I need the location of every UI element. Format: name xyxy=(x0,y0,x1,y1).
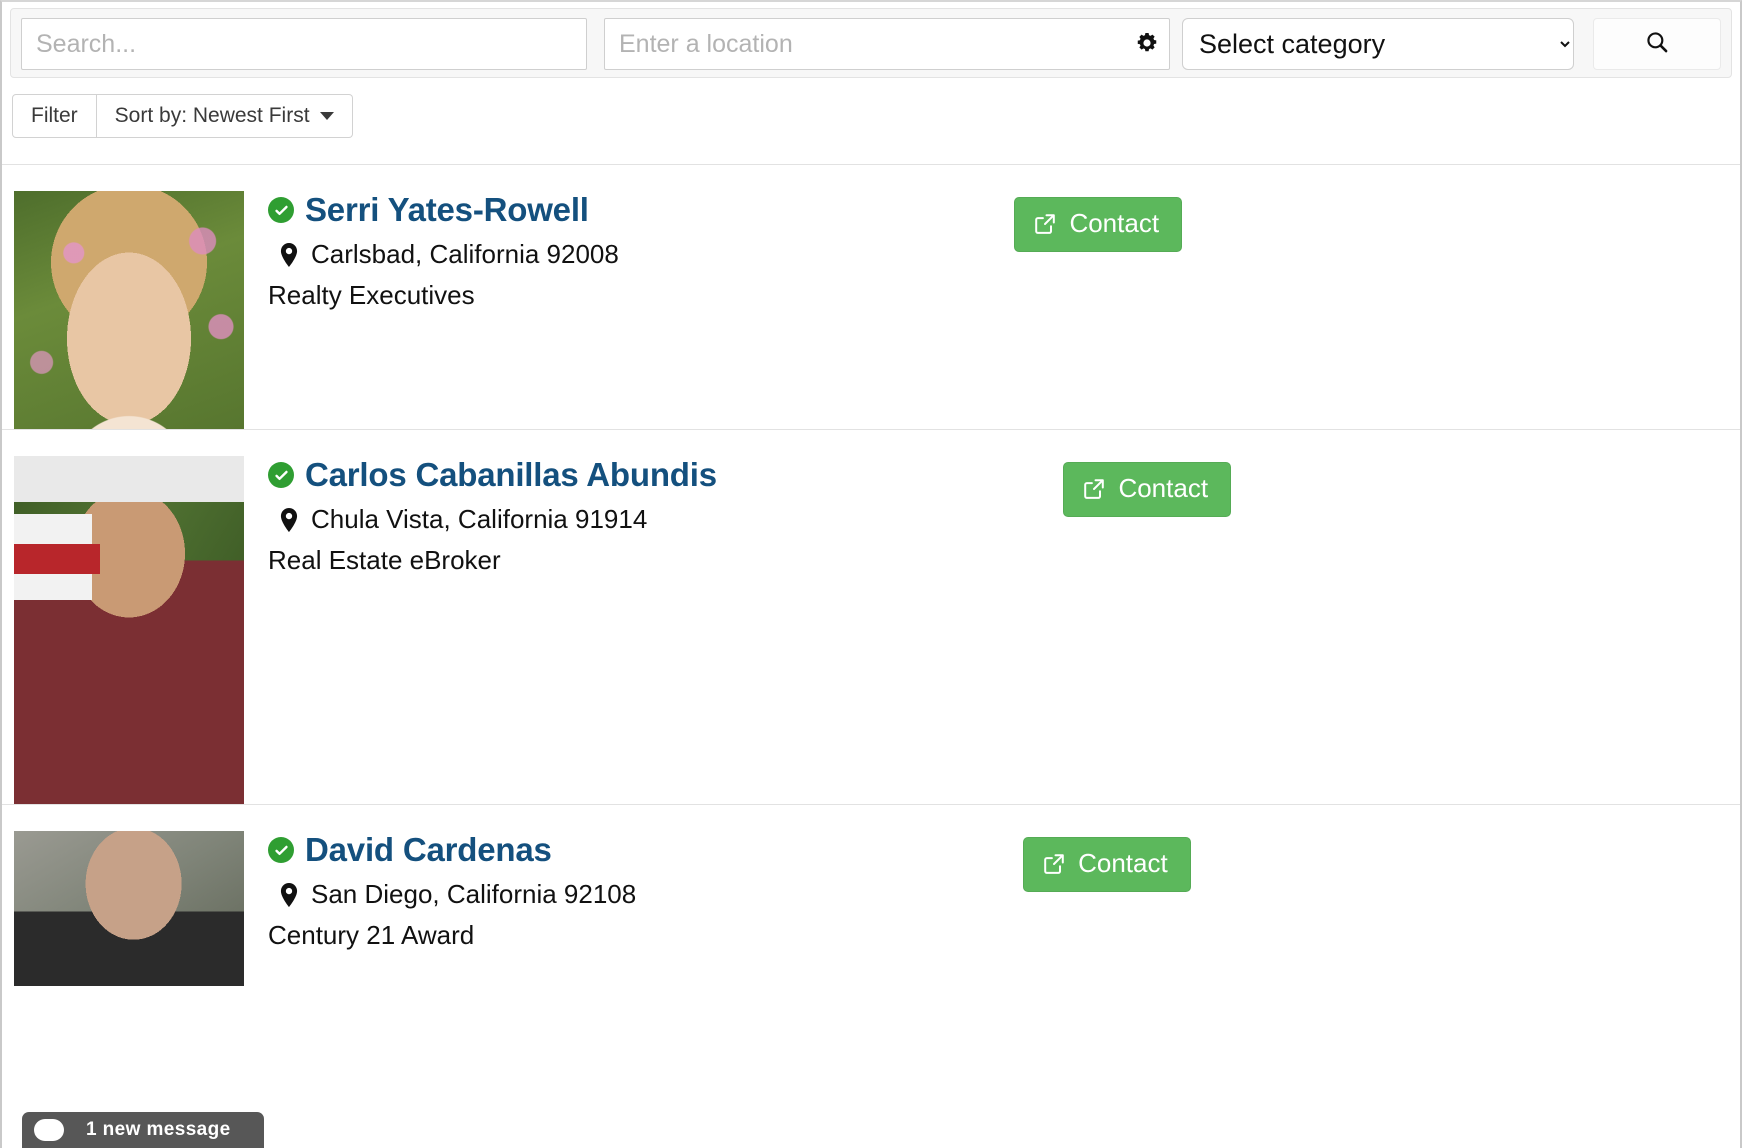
keyword-field-wrap xyxy=(21,18,587,70)
agent-contact-cell: Contact xyxy=(1063,456,1393,804)
contact-button-label: Contact xyxy=(1069,208,1160,238)
agent-info: Serri Yates-Rowell Carlsbad, California … xyxy=(244,191,1014,429)
agent-company: Realty Executives xyxy=(268,280,475,310)
agent-name-link[interactable]: Carlos Cabanillas Abundis xyxy=(305,456,717,494)
agent-location-text: Carlsbad, California 92008 xyxy=(311,239,619,269)
location-input[interactable] xyxy=(604,18,1170,70)
agent-location-text: Chula Vista, California 91914 xyxy=(311,504,648,534)
map-pin-icon xyxy=(280,507,300,532)
agent-company: Century 21 Award xyxy=(268,920,475,950)
agent-name-link[interactable]: David Cardenas xyxy=(305,831,552,869)
contact-button[interactable]: Contact xyxy=(1063,462,1232,517)
agent-contact-cell: Contact xyxy=(1023,831,1353,986)
search-bar: Select category xyxy=(10,8,1732,78)
external-link-icon xyxy=(1033,212,1057,236)
check-circle-icon xyxy=(268,837,294,863)
row-spacer xyxy=(1344,191,1740,429)
filter-button-group: Filter Sort by: Newest First xyxy=(12,94,353,138)
search-input[interactable] xyxy=(21,18,587,70)
filter-button-label: Filter xyxy=(31,104,78,127)
agent-photo-image xyxy=(14,456,244,804)
agent-photo[interactable] xyxy=(14,831,244,986)
agent-name-line: David Cardenas xyxy=(268,831,1023,869)
map-pin-icon xyxy=(280,242,300,267)
agent-name-line: Serri Yates-Rowell xyxy=(268,191,1014,229)
list-item[interactable]: Carlos Cabanillas Abundis Chula Vista, C… xyxy=(2,429,1740,804)
gear-icon[interactable] xyxy=(1134,30,1160,56)
category-select[interactable]: Select category xyxy=(1182,18,1575,70)
agent-photo[interactable] xyxy=(14,456,244,804)
agent-photo[interactable] xyxy=(14,191,244,429)
filter-toolbar: Filter Sort by: Newest First xyxy=(12,94,1740,138)
agent-info: Carlos Cabanillas Abundis Chula Vista, C… xyxy=(244,456,1063,804)
row-spacer xyxy=(1393,456,1740,804)
list-item[interactable]: David Cardenas San Diego, California 921… xyxy=(2,804,1740,986)
list-item[interactable]: Serri Yates-Rowell Carlsbad, California … xyxy=(2,164,1740,429)
agent-location: Carlsbad, California 92008 xyxy=(280,239,1014,270)
contact-button-label: Contact xyxy=(1078,848,1168,878)
filter-button[interactable]: Filter xyxy=(12,94,97,138)
contact-button[interactable]: Contact xyxy=(1014,197,1183,252)
location-field-wrap xyxy=(604,18,1170,70)
chat-new-message-label: 1 new message xyxy=(86,1119,231,1140)
chat-bubble-icon xyxy=(34,1119,64,1141)
agent-location: San Diego, California 92108 xyxy=(280,879,1023,910)
agent-name-line: Carlos Cabanillas Abundis xyxy=(268,456,1063,494)
external-link-icon xyxy=(1082,477,1106,501)
chat-widget[interactable]: 1 new message xyxy=(22,1112,264,1148)
sort-by-dropdown[interactable]: Sort by: Newest First xyxy=(96,94,353,138)
agent-list: Serri Yates-Rowell Carlsbad, California … xyxy=(2,164,1740,986)
search-icon xyxy=(1644,29,1670,60)
search-submit-button[interactable] xyxy=(1593,18,1721,70)
agent-location: Chula Vista, California 91914 xyxy=(280,504,1063,535)
agent-info: David Cardenas San Diego, California 921… xyxy=(244,831,1023,986)
chevron-down-icon xyxy=(319,112,334,120)
external-link-icon xyxy=(1042,852,1066,876)
sort-by-label: Sort by: Newest First xyxy=(114,104,310,127)
agent-location-text: San Diego, California 92108 xyxy=(311,879,637,909)
page-root: Select category Filter Sort by: Newest F… xyxy=(0,0,1742,1148)
agent-contact-cell: Contact xyxy=(1014,191,1344,429)
agent-photo-image xyxy=(14,831,244,986)
agent-company: Real Estate eBroker xyxy=(268,545,501,575)
agent-photo-image xyxy=(14,191,244,429)
contact-button[interactable]: Contact xyxy=(1023,837,1191,892)
check-circle-icon xyxy=(268,197,294,223)
row-spacer xyxy=(1353,831,1740,986)
agent-name-link[interactable]: Serri Yates-Rowell xyxy=(305,191,589,229)
contact-button-label: Contact xyxy=(1118,473,1209,503)
check-circle-icon xyxy=(268,462,294,488)
map-pin-icon xyxy=(280,882,300,907)
